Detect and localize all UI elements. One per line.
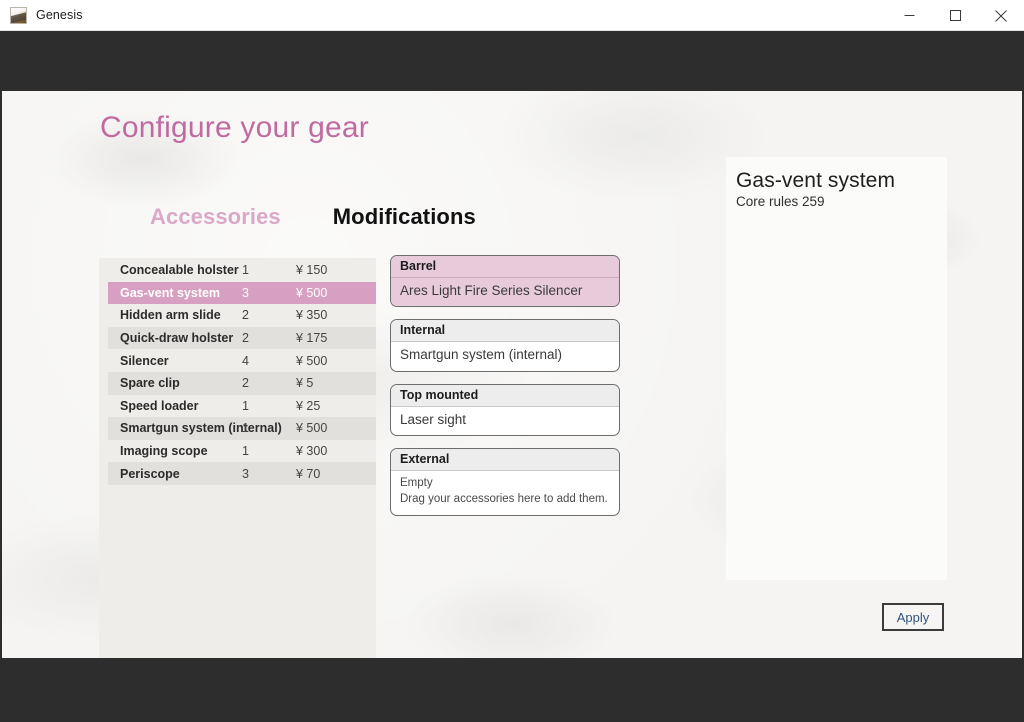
tab-modifications[interactable]: Modifications [333,204,476,230]
row-name: Spare clip [120,376,180,391]
row-quantity: 3 [242,466,249,481]
slot-external[interactable]: External Empty Drag your accessories her… [390,448,620,517]
row-quantity: 1 [242,421,249,436]
slot-value: Laser sight [400,411,467,427]
slot-header: Internal [391,320,619,343]
slot-value: Empty [400,477,433,490]
row-quantity: 1 [242,398,249,413]
detail-source: Core rules 259 [736,194,825,209]
close-icon[interactable] [978,0,1024,31]
table-row[interactable]: Imaging scope 1 ¥ 300 [108,440,376,463]
table-row[interactable]: Hidden arm slide 2 ¥ 350 [108,304,376,327]
window-controls [886,0,1024,31]
tab-bar: Accessories Modifications [150,204,476,230]
slot-header: External [391,449,619,472]
row-cost: ¥ 350 [296,308,328,323]
slot-drop-hint: Drag your accessories here to add them. [400,493,608,506]
detail-title: Gas-vent system [736,169,896,192]
window-title: Genesis [36,8,83,22]
slot-header: Barrel [391,256,619,278]
table-row[interactable]: Gas-vent system 3 ¥ 500 [108,281,376,305]
row-name: Speed loader [120,398,199,413]
table-row[interactable]: Concealable holster 1 ¥ 150 [108,259,376,282]
maximize-icon[interactable] [932,0,978,31]
row-name: Smartgun system (internal) [120,421,282,436]
slot-empty-body: Empty Drag your accessories here to add … [391,471,619,515]
page-title: Configure your gear [100,111,369,144]
bottom-chrome-bar [0,658,1024,722]
genesis-logo-icon [10,6,27,24]
row-quantity: 3 [242,285,249,300]
row-quantity: 1 [242,444,249,459]
row-cost: ¥ 25 [296,398,321,413]
row-name: Gas-vent system [120,285,221,300]
row-quantity: 1 [242,263,249,278]
table-row[interactable]: Smartgun system (internal) 1 ¥ 500 [108,417,376,440]
table-row[interactable]: Speed loader 1 ¥ 25 [108,395,376,418]
row-name: Hidden arm slide [120,308,221,323]
main-content: Configure your gear Accessories Modifica… [2,91,1022,658]
slot-value: Ares Light Fire Series Silencer [391,278,619,307]
row-cost: ¥ 500 [296,353,328,368]
row-name: Concealable holster [120,263,239,278]
table-row[interactable]: Silencer 4 ¥ 500 [108,349,376,372]
row-name: Periscope [120,466,180,481]
row-quantity: 2 [242,376,249,391]
detail-panel: Gas-vent system Core rules 259 [726,157,947,580]
table-row[interactable]: Periscope 3 ¥ 70 [108,462,376,485]
accessory-list-panel: Concealable holster 1 ¥ 150 Gas-vent sys… [99,258,376,658]
modification-slots: Barrel Ares Light Fire Series Silencer I… [390,255,620,528]
row-cost: ¥ 175 [296,331,328,346]
row-cost: ¥ 500 [296,421,328,436]
row-name: Imaging scope [120,444,208,459]
apply-button[interactable]: Apply [882,603,944,631]
title-bar: Genesis [0,0,1024,31]
table-row[interactable]: Quick-draw holster 2 ¥ 175 [108,326,376,350]
app-window: Genesis Configure your gear Accessories … [0,0,1024,722]
row-cost: ¥ 500 [296,285,328,300]
row-quantity: 2 [242,331,249,346]
row-cost: ¥ 5 [296,376,314,391]
slot-header: Top mounted [391,384,619,407]
slot-value: Smartgun system (internal) [400,347,563,363]
row-name: Quick-draw holster [120,331,234,346]
row-cost: ¥ 70 [296,466,321,481]
row-cost: ¥ 150 [296,263,328,278]
row-quantity: 2 [242,308,249,323]
table-row[interactable]: Spare clip 2 ¥ 5 [108,371,376,395]
row-quantity: 4 [242,353,249,368]
slot-top-mounted[interactable]: Top mounted Laser sight [390,383,620,437]
slot-internal[interactable]: Internal Smartgun system (internal) [390,319,620,372]
row-cost: ¥ 300 [296,444,328,459]
row-name: Silencer [120,353,169,368]
minimize-icon[interactable] [886,0,932,31]
slot-barrel[interactable]: Barrel Ares Light Fire Series Silencer [390,255,620,308]
tab-accessories[interactable]: Accessories [150,204,281,230]
top-chrome-bar [0,31,1024,91]
accessory-list[interactable]: Concealable holster 1 ¥ 150 Gas-vent sys… [108,259,376,485]
